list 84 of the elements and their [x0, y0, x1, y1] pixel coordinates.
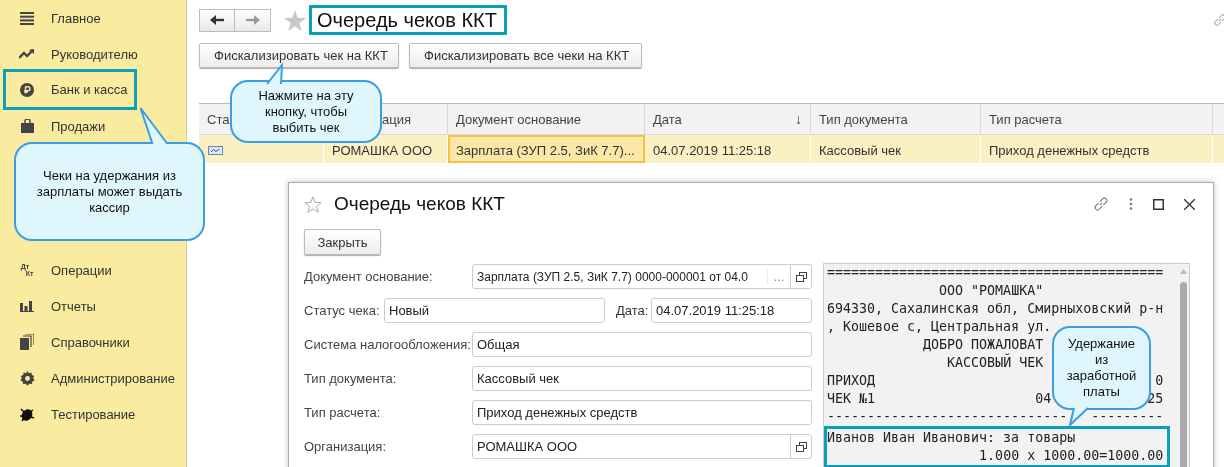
- sidebar-item[interactable]: Продажи: [3, 108, 115, 144]
- input-field[interactable]: Общая: [472, 332, 812, 357]
- back-button[interactable]: [199, 8, 235, 32]
- input-field[interactable]: Кассовый чек: [472, 366, 812, 391]
- receipt-text: ДОБРО ПОЖАЛОВАТ: [923, 337, 1044, 352]
- table-cell: Зарплата (ЗУП 2.5, ЗиК 7.7)...: [456, 143, 635, 158]
- open-icon: [795, 271, 807, 282]
- receipt-text: 04: [1035, 391, 1052, 406]
- header-text: Тип документа: [819, 111, 908, 127]
- pointer-of-tooltip: [138, 107, 170, 145]
- back-arrow-icon: [210, 15, 224, 25]
- page-title: Очередь чеков ККТ: [317, 8, 497, 32]
- receipt-text: КАССОВЫЙ ЧЕК: [947, 355, 1044, 370]
- receipt-text: ==========================================: [827, 265, 1164, 280]
- forward-arrow-icon: [245, 15, 260, 25]
- table-cell: Кассовый чек: [819, 143, 901, 158]
- field-label: Система налогообложения:: [304, 337, 472, 352]
- status-icon: [208, 146, 223, 155]
- sort-mark: ↓: [795, 111, 802, 127]
- input-field[interactable]: РОМАШКА ООО: [472, 434, 812, 459]
- header-text: ация: [382, 111, 411, 127]
- receipt-text: ------------------------------: [827, 409, 1068, 424]
- header-text: Тип расчета: [989, 111, 1062, 127]
- sidebar-item[interactable]: Справочники: [3, 324, 139, 360]
- input-field[interactable]: Зарплата (ЗУП 2.5, ЗиК 7.7) 0000-000001 от 04.0 ...: [472, 264, 812, 289]
- books-icon: [20, 334, 34, 350]
- header-text: Дата: [653, 111, 682, 127]
- star-icon[interactable]: [284, 9, 306, 31]
- table-cell: Приход денежных средств: [989, 143, 1150, 158]
- column-header[interactable]: Дата ↓: [645, 104, 811, 135]
- field-label: Организация:: [304, 439, 388, 454]
- table-cell: 04.07.2019 11:25:18: [653, 143, 772, 158]
- sidebar-item[interactable]: Главное: [3, 0, 110, 36]
- receipt-text: 694330, Сахалинская обл, Смирныховский р-н: [827, 301, 1164, 316]
- pointer-of-tooltip: [1069, 408, 1089, 426]
- sidebar-item[interactable]: Руководителю: [3, 36, 147, 72]
- receipt-text: , Кошевое с, Центральная ул.: [827, 319, 1052, 334]
- field-label: Тип расчета:: [304, 405, 382, 420]
- field-label: Статус чека:: [304, 303, 381, 318]
- receipt-text: 1.000 x 1000.00=1000.00: [979, 448, 1164, 463]
- column-header[interactable]: Тип расчета: [981, 104, 1213, 135]
- link-icon[interactable]: [1213, 13, 1224, 27]
- input-field[interactable]: Приход денежных средств: [472, 400, 812, 425]
- dialog-title: Очередь чеков ККТ: [334, 193, 505, 215]
- field-label: Документ основание:: [304, 269, 434, 284]
- input-field[interactable]: Новый: [384, 298, 605, 323]
- receipt-text: ---------: [1091, 409, 1164, 424]
- open-icon: [795, 441, 807, 452]
- close-icon[interactable]: [1184, 198, 1195, 210]
- receipt-text: 0: [1155, 373, 1164, 388]
- table-row[interactable]: РОМАШКА ООО Зарплата (ЗУП 2.5, ЗиК 7.7)... 04.07.2019 11:25:18 Кассовый чек Приход денежных средств: [199, 135, 1224, 163]
- column-header[interactable]: Документ основание: [448, 104, 645, 135]
- receipt-text: ПРИХОД: [827, 373, 876, 388]
- ruble-icon: [20, 82, 34, 97]
- column-header[interactable]: Тип документа: [811, 104, 981, 135]
- field-label: Тип документа:: [304, 371, 398, 386]
- receipt-text: ООО "РОМАШКА": [939, 283, 1044, 298]
- sidebar-item[interactable]: Банк и касса: [3, 69, 137, 110]
- close-button[interactable]: Закрыть: [304, 229, 381, 255]
- maximize-icon[interactable]: [1153, 198, 1164, 210]
- menu-icon: [20, 11, 34, 25]
- field-label: Дата:: [616, 303, 650, 318]
- bug-icon: [19, 406, 35, 422]
- callout-tooltip: Нажмите на эту кнопку, чтобы выбить чек: [230, 80, 382, 143]
- sidebar-item[interactable]: Администрирование: [3, 360, 184, 396]
- trend-icon: [19, 49, 35, 59]
- input-field[interactable]: 04.07.2019 11:25:18: [651, 298, 812, 323]
- header-text: Документ основание: [456, 111, 582, 127]
- header-text: Ста: [207, 111, 230, 127]
- sidebar-item[interactable]: Тестирование: [3, 396, 145, 432]
- gear-icon: [19, 370, 35, 386]
- bar-chart-icon: [20, 300, 34, 312]
- star-outline-icon[interactable]: [304, 195, 322, 213]
- sidebar-item[interactable]: Отчеты: [3, 288, 105, 324]
- receipt-text: Иванов Иван Иванович: за товары: [827, 430, 1076, 445]
- receipt-text: ЧЕК №1: [827, 391, 876, 406]
- choice-button[interactable]: ...: [767, 269, 790, 284]
- more-icon[interactable]: [1129, 198, 1133, 210]
- fiscalize-button[interactable]: Фискализировать чек на ККТ: [199, 43, 399, 68]
- table-cell: РОМАШКА ООО: [332, 143, 433, 158]
- callout-tooltip: Чеки на удержания из зарплаты может выдать кассир: [14, 142, 205, 241]
- link-icon[interactable]: [1093, 196, 1109, 212]
- bag-icon: [20, 119, 34, 133]
- fiscalize-button[interactable]: Фискализировать все чеки на ККТ: [409, 43, 642, 68]
